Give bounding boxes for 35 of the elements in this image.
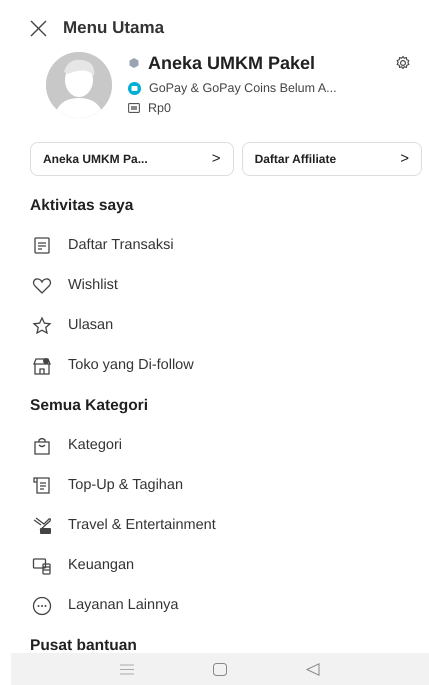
balance-text: Rp0 — [148, 100, 171, 117]
money-stack-icon — [32, 556, 52, 576]
menu-item[interactable]: Daftar Transaksi — [68, 235, 174, 257]
page-title: Menu Utama — [63, 17, 164, 40]
settings-icon[interactable] — [395, 55, 411, 71]
receipt-icon — [32, 236, 52, 256]
close-icon[interactable] — [30, 20, 47, 36]
section-heading: Semua Kategori — [30, 396, 148, 416]
section-heading: Aktivitas saya — [30, 196, 134, 216]
shortcut-button[interactable]: Aneka UMKM Pa... > — [30, 142, 234, 176]
home-icon[interactable] — [212, 662, 227, 676]
menu-item[interactable]: Toko yang Di-follow — [68, 355, 194, 377]
shortcut-button[interactable]: Daftar Affiliate > — [242, 142, 422, 176]
money-icon — [128, 103, 140, 113]
menu-icon[interactable] — [120, 664, 134, 674]
bill-icon — [32, 476, 52, 496]
menu-item[interactable]: Wishlist — [68, 275, 118, 297]
gopay-status[interactable]: GoPay & GoPay Coins Belum A... — [149, 78, 337, 98]
menu-item[interactable]: Ulasan — [68, 315, 114, 337]
heart-icon — [32, 276, 52, 296]
store-icon — [32, 356, 52, 376]
star-icon — [32, 316, 52, 336]
wallet-icon — [128, 82, 141, 94]
bag-icon — [32, 436, 52, 456]
menu-item[interactable]: Kategori — [68, 435, 122, 457]
shop-name: Aneka UMKM Pakel — [148, 52, 316, 74]
badge-icon — [128, 57, 140, 69]
plane-ticket-icon — [32, 516, 52, 536]
menu-item[interactable]: Layanan Lainnya — [68, 595, 178, 617]
menu-item[interactable]: Top-Up & Tagihan — [68, 475, 184, 497]
section-heading: Pusat bantuan — [30, 636, 137, 656]
back-icon[interactable] — [306, 662, 320, 676]
menu-item[interactable]: Keuangan — [68, 555, 134, 577]
menu-item[interactable]: Travel & Entertainment — [68, 515, 216, 537]
more-icon — [32, 596, 52, 616]
